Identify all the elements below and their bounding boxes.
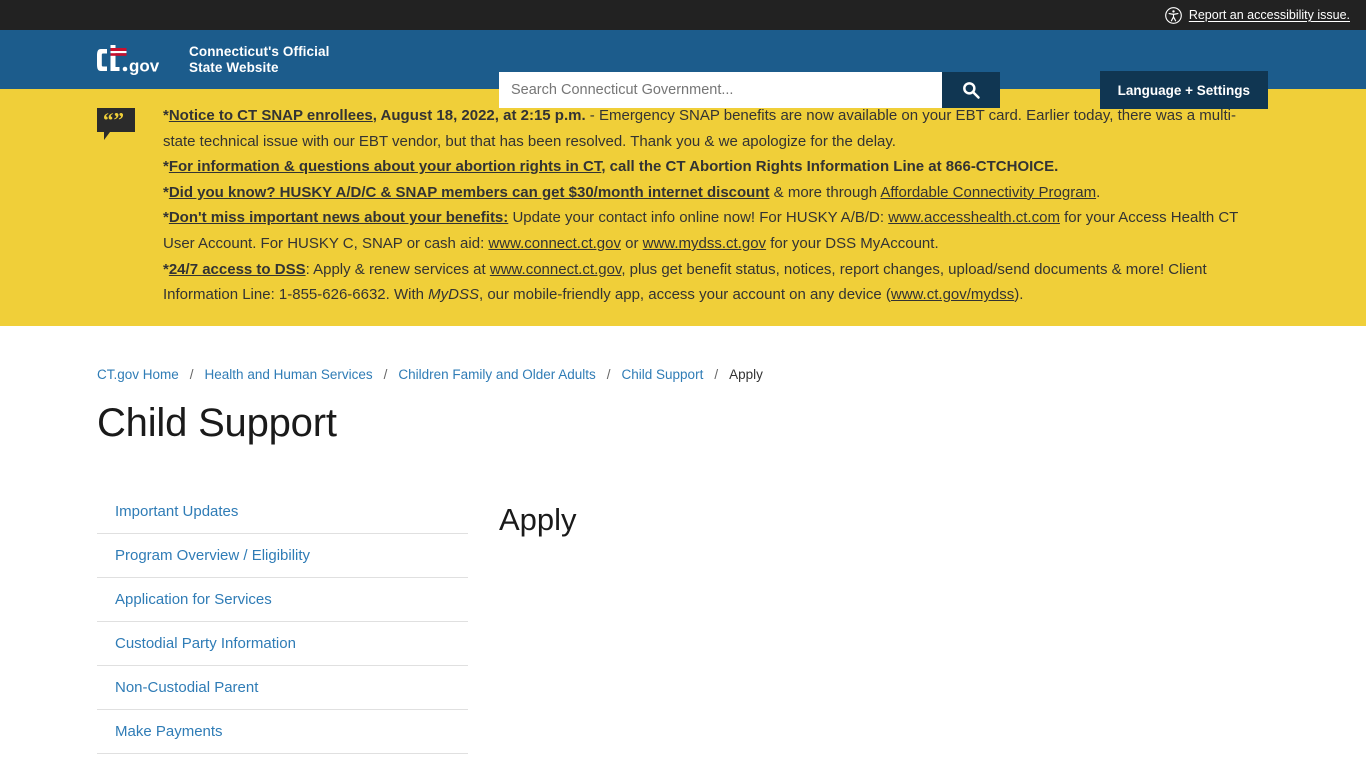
- sidebar-item-non-custodial-parent[interactable]: Non-Custodial Parent: [97, 666, 468, 710]
- breadcrumb-separator: /: [714, 366, 719, 382]
- site-alert-banner: “” *Notice to CT SNAP enrollees, August …: [0, 89, 1366, 326]
- alert-line-5-body-1: : Apply & renew services at: [305, 260, 490, 278]
- connect-ct-gov-link-2[interactable]: www.connect.ct.gov: [490, 261, 621, 278]
- connect-ct-gov-link-1[interactable]: www.connect.ct.gov: [488, 235, 621, 252]
- breadcrumb-separator: /: [189, 366, 194, 382]
- main-heading: Apply: [499, 501, 577, 537]
- accesshealth-link[interactable]: www.accesshealth.ct.com: [888, 209, 1060, 226]
- ctgov-logo-icon: gov: [97, 43, 177, 77]
- brand-line-2: State Website: [189, 59, 279, 75]
- mydss-app-name: MyDSS: [428, 286, 479, 304]
- alert-line-5-link[interactable]: 24/7 access to DSS: [169, 261, 306, 278]
- main-content: Apply: [468, 490, 577, 768]
- alert-line-5: *24/7 access to DSS: Apply & renew servi…: [163, 257, 1256, 308]
- accessibility-icon: [1164, 6, 1182, 24]
- breadcrumb-item-health-and-human-services[interactable]: Health and Human Services: [205, 367, 373, 382]
- affordable-connectivity-program-link[interactable]: Affordable Connectivity Program: [880, 184, 1096, 201]
- accessibility-topbar: Report an accessibility issue.: [0, 0, 1366, 30]
- ct-gov-mydss-link[interactable]: www.ct.gov/mydss: [891, 286, 1014, 303]
- alert-line-3: *Did you know? HUSKY A/D/C & SNAP member…: [163, 180, 1256, 206]
- alert-line-4-body-1: Update your contact info online now! For…: [508, 209, 889, 227]
- sidebar-item-important-updates[interactable]: Important Updates: [97, 490, 468, 534]
- site-search: [499, 72, 1000, 108]
- language-settings-button[interactable]: Language + Settings: [1099, 71, 1268, 109]
- breadcrumb-item-child-support[interactable]: Child Support: [622, 367, 704, 382]
- alert-line-3-link[interactable]: Did you know? HUSKY A/D/C & SNAP members…: [169, 184, 770, 201]
- page-content: CT.gov Home / Health and Human Services …: [0, 367, 1366, 768]
- alert-line-2: *For information & questions about your …: [163, 154, 1256, 180]
- sidebar-item-laws-regulations[interactable]: Laws/Regulations: [97, 754, 468, 768]
- breadcrumb-separator: /: [606, 366, 611, 382]
- site-header: gov Connecticut's Official State Website…: [0, 30, 1366, 109]
- alert-line-1: *Notice to CT SNAP enrollees, August 18,…: [163, 103, 1256, 154]
- breadcrumb-item-ctgov-home[interactable]: CT.gov Home: [97, 367, 179, 382]
- section-sidebar-nav: Important Updates Program Overview / Eli…: [97, 490, 468, 768]
- report-accessibility-issue-link[interactable]: Report an accessibility issue.: [1164, 6, 1350, 24]
- alert-line-1-link[interactable]: Notice to CT SNAP enrollees: [169, 107, 373, 124]
- alert-line-4-link[interactable]: Don't miss important news about your ben…: [169, 209, 508, 226]
- sidebar-item-custodial-party-information[interactable]: Custodial Party Information: [97, 622, 468, 666]
- sidebar-item-make-payments[interactable]: Make Payments: [97, 710, 468, 754]
- page-title: Child Support: [97, 400, 337, 445]
- breadcrumb: CT.gov Home / Health and Human Services …: [97, 367, 1366, 382]
- svg-text:gov: gov: [129, 56, 160, 75]
- speech-bubble-quote-icon: “”: [97, 108, 135, 142]
- alert-line-4-body-3: or: [620, 234, 643, 252]
- alert-line-2-bold-rest: , call the CT Abortion Rights Informatio…: [601, 158, 1059, 176]
- content-columns: Important Updates Program Overview / Eli…: [97, 490, 1366, 768]
- search-submit-button[interactable]: [942, 72, 1000, 108]
- breadcrumb-separator: /: [383, 366, 388, 382]
- alert-line-2-link[interactable]: For information & questions about your a…: [169, 158, 602, 175]
- alert-line-3-body-before: & more through: [769, 183, 881, 201]
- alert-line-5-body-4: ).: [1014, 286, 1024, 304]
- svg-text:“”: “”: [103, 108, 124, 132]
- alert-line-4: *Don't miss important news about your be…: [163, 205, 1256, 256]
- alert-line-3-body-after: .: [1096, 183, 1101, 201]
- search-input[interactable]: [499, 72, 942, 108]
- sidebar-item-program-overview-eligibility[interactable]: Program Overview / Eligibility: [97, 534, 468, 578]
- sidebar-item-application-for-services[interactable]: Application for Services: [97, 578, 468, 622]
- site-logo-link[interactable]: gov Connecticut's Official State Website: [97, 43, 329, 77]
- breadcrumb-item-apply-current: Apply: [729, 366, 763, 382]
- alert-line-4-body-4: for your DSS MyAccount.: [766, 234, 939, 252]
- mydss-ct-gov-link[interactable]: www.mydss.ct.gov: [643, 235, 766, 252]
- alert-text-body: *Notice to CT SNAP enrollees, August 18,…: [163, 103, 1256, 308]
- magnifier-icon: [961, 80, 981, 100]
- brand-line-1: Connecticut's Official: [189, 44, 330, 59]
- brand-tagline: Connecticut's Official State Website: [189, 44, 329, 75]
- alert-line-5-body-3: , our mobile-friendly app, access your a…: [479, 286, 891, 304]
- alert-line-1-bold-rest: , August 18, 2022, at 2:15 p.m.: [372, 107, 586, 124]
- breadcrumb-item-children-family-and-older-adults[interactable]: Children Family and Older Adults: [398, 367, 595, 382]
- report-accessibility-issue-label: Report an accessibility issue.: [1188, 8, 1350, 22]
